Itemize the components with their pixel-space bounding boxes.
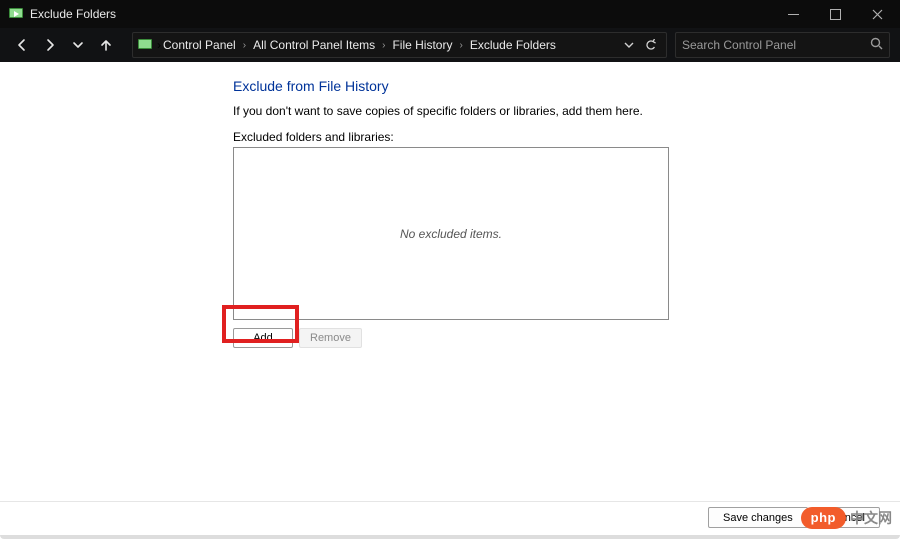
content-area: Exclude from File History If you don't w… — [0, 62, 900, 348]
chevron-right-icon: › — [456, 40, 465, 51]
watermark-text: 中文网 — [850, 508, 892, 528]
search-icon — [870, 37, 883, 53]
control-panel-icon — [137, 37, 153, 53]
list-button-row: Add Remove — [233, 328, 880, 348]
excluded-list-label: Excluded folders and libraries: — [233, 130, 880, 144]
recent-locations-button[interactable] — [66, 33, 90, 57]
window-bottom-edge — [0, 535, 900, 539]
chevron-right-icon: › — [379, 40, 388, 51]
breadcrumb: Control Panel › All Control Panel Items … — [161, 36, 618, 54]
page-description: If you don't want to save copies of spec… — [233, 104, 880, 118]
remove-button-label: Remove — [310, 332, 351, 344]
minimize-button[interactable] — [772, 0, 814, 28]
titlebar: Exclude Folders — [0, 0, 900, 28]
add-button[interactable]: Add — [233, 328, 293, 348]
control-panel-icon — [8, 6, 24, 22]
dialog-footer: Save changes Cancel — [0, 501, 900, 533]
search-input[interactable]: Search Control Panel — [675, 32, 890, 58]
search-placeholder: Search Control Panel — [682, 38, 870, 52]
address-history-dropdown[interactable] — [618, 34, 640, 56]
breadcrumb-item[interactable]: All Control Panel Items — [251, 36, 377, 54]
navigation-bar: › Control Panel › All Control Panel Item… — [0, 28, 900, 62]
watermark-badge: php — [801, 507, 846, 529]
save-button-label: Save changes — [723, 512, 793, 524]
refresh-button[interactable] — [640, 34, 662, 56]
remove-button: Remove — [299, 328, 362, 348]
chevron-right-icon: › — [240, 40, 249, 51]
watermark: php 中文网 — [801, 507, 892, 529]
add-button-label: Add — [253, 332, 273, 344]
back-button[interactable] — [10, 33, 34, 57]
empty-state-text: No excluded items. — [400, 227, 502, 241]
breadcrumb-item[interactable]: Control Panel — [161, 36, 238, 54]
maximize-button[interactable] — [814, 0, 856, 28]
address-bar[interactable]: › Control Panel › All Control Panel Item… — [132, 32, 667, 58]
excluded-folders-listbox[interactable]: No excluded items. — [233, 147, 669, 320]
window-title: Exclude Folders — [30, 7, 116, 21]
breadcrumb-item[interactable]: Exclude Folders — [468, 36, 558, 54]
page-heading: Exclude from File History — [233, 78, 880, 94]
save-changes-button[interactable]: Save changes — [708, 507, 808, 528]
breadcrumb-item[interactable]: File History — [390, 36, 454, 54]
close-button[interactable] — [856, 0, 898, 28]
up-button[interactable] — [94, 33, 118, 57]
forward-button[interactable] — [38, 33, 62, 57]
